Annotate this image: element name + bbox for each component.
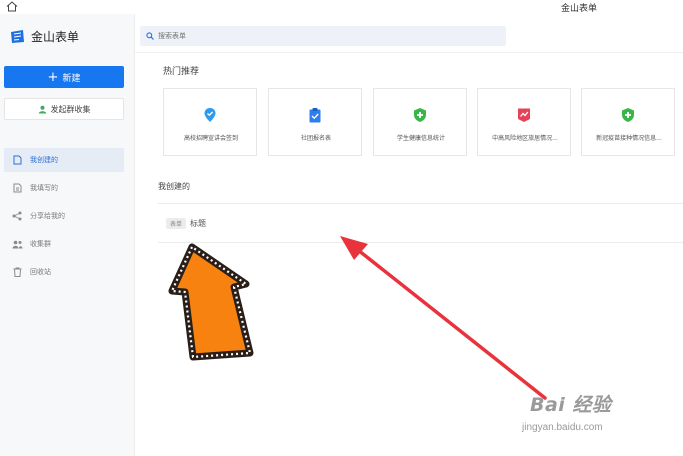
- watermark: Bai 经验 jingyan.baidu.com: [520, 384, 680, 444]
- watermark-brand: Bai 经验: [530, 394, 612, 416]
- red-arrow-annotation: [340, 236, 547, 400]
- watermark-url: jingyan.baidu.com: [522, 422, 603, 433]
- orange-up-arrow-annotation: [168, 243, 254, 361]
